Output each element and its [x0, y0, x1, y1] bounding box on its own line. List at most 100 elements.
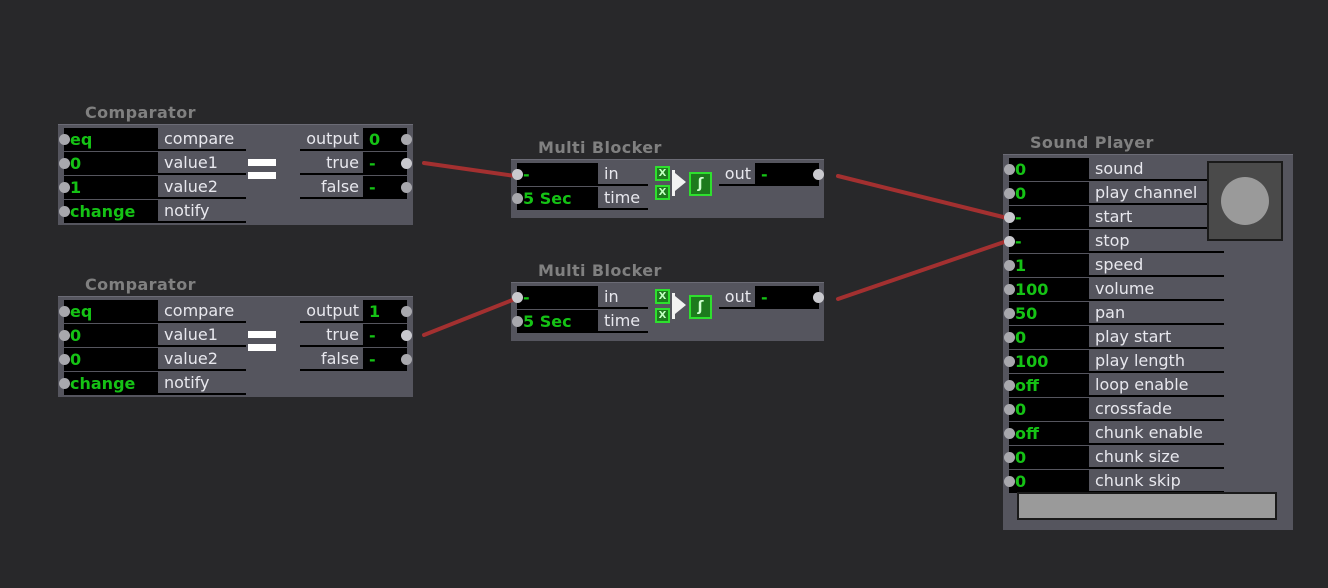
port-out-output[interactable]	[401, 134, 412, 145]
node-sound-player[interactable]: Sound Player 0 sound 0 play channel - st…	[1003, 133, 1293, 530]
input-row-compare[interactable]: eq compare	[59, 300, 246, 324]
port-in-value1[interactable]	[59, 330, 70, 341]
output-row-true[interactable]: true -	[300, 324, 412, 348]
input-value-volume[interactable]: 100	[1009, 278, 1089, 301]
output-row-output[interactable]: output 1	[300, 300, 412, 324]
input-row-stop[interactable]: - stop	[1004, 230, 1224, 254]
input-row-chunk-enable[interactable]: off chunk enable	[1004, 422, 1224, 446]
port-in-value2[interactable]	[59, 354, 70, 365]
playback-progress-bar[interactable]	[1017, 492, 1277, 520]
input-value-value1[interactable]: 0	[64, 324, 158, 347]
input-row-chunk-size[interactable]: 0 chunk size	[1004, 446, 1224, 470]
output-value-out[interactable]: -	[755, 163, 819, 186]
output-row-true[interactable]: true -	[300, 152, 412, 176]
port-in-pan[interactable]	[1004, 308, 1015, 319]
input-value-time[interactable]: 5 Sec	[517, 187, 598, 210]
port-out-false[interactable]	[401, 354, 412, 365]
input-value-time[interactable]: 5 Sec	[517, 310, 598, 333]
output-value-out[interactable]: -	[755, 286, 819, 309]
input-row-volume[interactable]: 100 volume	[1004, 278, 1224, 302]
input-row-notify[interactable]: change notify	[59, 372, 246, 396]
input-value-in[interactable]: -	[517, 286, 598, 309]
input-value-play-length[interactable]: 100	[1009, 350, 1089, 373]
port-in-loop-enable[interactable]	[1004, 380, 1015, 391]
node-comparator-2[interactable]: Comparator eq compare 0 value1 0 value2	[58, 275, 413, 397]
input-value-chunk-size[interactable]: 0	[1009, 446, 1089, 469]
input-value-notify[interactable]: change	[64, 372, 158, 395]
input-value-speed[interactable]: 1	[1009, 254, 1089, 277]
input-value-compare[interactable]: eq	[64, 128, 158, 151]
input-row-play-channel[interactable]: 0 play channel	[1004, 182, 1224, 206]
input-value-play-start[interactable]: 0	[1009, 326, 1089, 349]
input-value-stop[interactable]: -	[1009, 230, 1089, 253]
port-out-true[interactable]	[401, 330, 412, 341]
port-out-true[interactable]	[401, 158, 412, 169]
port-in-sound[interactable]	[1004, 164, 1015, 175]
node-graph-canvas[interactable]: Comparator eq compare 0 value1 1 value2	[0, 0, 1328, 588]
input-row-play-start[interactable]: 0 play start	[1004, 326, 1224, 350]
port-out-false[interactable]	[401, 182, 412, 193]
node-body[interactable]: eq compare 0 value1 1 value2 change noti…	[58, 124, 413, 225]
input-row-value1[interactable]: 0 value1	[59, 152, 246, 176]
input-row-value1[interactable]: 0 value1	[59, 324, 246, 348]
port-in-crossfade[interactable]	[1004, 404, 1015, 415]
output-row-false[interactable]: false -	[300, 348, 412, 372]
port-in-notify[interactable]	[59, 378, 70, 389]
input-row-notify[interactable]: change notify	[59, 200, 246, 224]
node-multi-blocker-1[interactable]: Multi Blocker - in 5 Sec time X X ʃ out …	[511, 138, 824, 218]
port-in-time[interactable]	[512, 316, 523, 327]
input-row-speed[interactable]: 1 speed	[1004, 254, 1224, 278]
input-value-compare[interactable]: eq	[64, 300, 158, 323]
port-in-compare[interactable]	[59, 306, 70, 317]
port-in-volume[interactable]	[1004, 284, 1015, 295]
port-in-in[interactable]	[512, 169, 523, 180]
input-row-play-length[interactable]: 100 play length	[1004, 350, 1224, 374]
input-value-chunk-skip[interactable]: 0	[1009, 470, 1089, 493]
port-in-in[interactable]	[512, 292, 523, 303]
input-value-in[interactable]: -	[517, 163, 598, 186]
port-in-value1[interactable]	[59, 158, 70, 169]
port-in-notify[interactable]	[59, 206, 70, 217]
input-value-chunk-enable[interactable]: off	[1009, 422, 1089, 445]
input-value-notify[interactable]: change	[64, 200, 158, 223]
node-body[interactable]: - in 5 Sec time X X ʃ out -	[511, 159, 824, 218]
port-in-speed[interactable]	[1004, 260, 1015, 271]
port-in-chunk-enable[interactable]	[1004, 428, 1015, 439]
input-value-start[interactable]: -	[1009, 206, 1089, 229]
port-out-output[interactable]	[401, 306, 412, 317]
node-body[interactable]: 0 sound 0 play channel - start - stop 1 …	[1003, 154, 1293, 530]
port-in-play-channel[interactable]	[1004, 188, 1015, 199]
input-value-value2[interactable]: 0	[64, 348, 158, 371]
input-row-time[interactable]: 5 Sec time	[512, 187, 648, 211]
input-row-time[interactable]: 5 Sec time	[512, 310, 648, 334]
input-row-value2[interactable]: 1 value2	[59, 176, 246, 200]
input-row-pan[interactable]: 50 pan	[1004, 302, 1224, 326]
output-row-out[interactable]: out -	[719, 163, 824, 186]
output-row-out[interactable]: out -	[719, 286, 824, 309]
port-in-chunk-size[interactable]	[1004, 452, 1015, 463]
input-value-loop-enable[interactable]: off	[1009, 374, 1089, 397]
input-row-start[interactable]: - start	[1004, 206, 1224, 230]
port-in-chunk-skip[interactable]	[1004, 476, 1015, 487]
input-value-pan[interactable]: 50	[1009, 302, 1089, 325]
input-row-in[interactable]: - in	[512, 286, 648, 310]
output-row-false[interactable]: false -	[300, 176, 412, 200]
input-row-crossfade[interactable]: 0 crossfade	[1004, 398, 1224, 422]
node-body[interactable]: - in 5 Sec time X X ʃ out -	[511, 282, 824, 341]
input-row-in[interactable]: - in	[512, 163, 648, 187]
input-row-chunk-skip[interactable]: 0 chunk skip	[1004, 470, 1224, 494]
output-row-output[interactable]: output 0	[300, 128, 412, 152]
port-in-time[interactable]	[512, 193, 523, 204]
port-in-play-start[interactable]	[1004, 332, 1015, 343]
input-value-sound[interactable]: 0	[1009, 158, 1089, 181]
node-comparator-1[interactable]: Comparator eq compare 0 value1 1 value2	[58, 103, 413, 225]
input-row-sound[interactable]: 0 sound	[1004, 158, 1224, 182]
input-value-play-channel[interactable]: 0	[1009, 182, 1089, 205]
input-row-loop-enable[interactable]: off loop enable	[1004, 374, 1224, 398]
node-multi-blocker-2[interactable]: Multi Blocker - in 5 Sec time X X ʃ out …	[511, 261, 824, 341]
input-row-compare[interactable]: eq compare	[59, 128, 246, 152]
input-value-value2[interactable]: 1	[64, 176, 158, 199]
input-row-value2[interactable]: 0 value2	[59, 348, 246, 372]
sound-preview-panel[interactable]	[1207, 161, 1283, 241]
port-out-out[interactable]	[813, 168, 824, 180]
